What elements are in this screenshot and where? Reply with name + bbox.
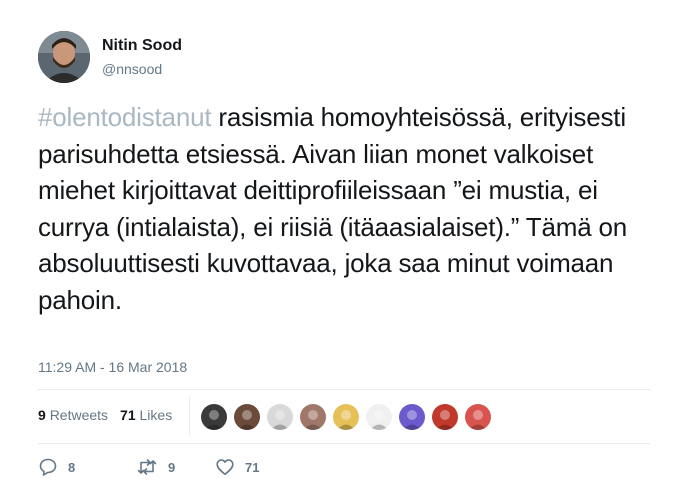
tweet-card: Nitin Sood @nnsood #olentodistanut rasis… — [0, 0, 687, 493]
hashtag-link[interactable]: #olentodistanut — [38, 102, 212, 132]
like-count: 71 — [245, 459, 260, 475]
liker-avatar-5[interactable] — [333, 404, 359, 430]
tweet-stats: 9 Retweets 71 Likes — [38, 407, 172, 423]
liker-avatar-4[interactable] — [300, 404, 326, 430]
heart-icon — [215, 457, 235, 477]
like-button[interactable]: 71 — [215, 456, 259, 478]
liker-avatar-9[interactable] — [465, 404, 491, 430]
likes-label: Likes — [139, 407, 173, 423]
retweet-button[interactable]: 9 — [136, 456, 175, 478]
likes-count: 71 — [120, 407, 136, 423]
author-handle[interactable]: @nnsood — [102, 61, 162, 77]
likes-stat[interactable]: 71 Likes — [120, 407, 172, 423]
author-avatar[interactable] — [38, 31, 90, 83]
reply-count: 8 — [68, 459, 76, 475]
liker-avatar-6[interactable] — [366, 404, 392, 430]
author-name[interactable]: Nitin Sood — [102, 37, 182, 55]
retweets-label: Retweets — [49, 407, 109, 423]
tweet-timestamp[interactable]: 11:29 AM - 16 Mar 2018 — [38, 359, 187, 375]
divider — [38, 389, 650, 390]
tweet-body: rasismia homoyhteisössä, erityisesti par… — [38, 102, 628, 315]
divider — [38, 443, 650, 444]
liker-avatar-7[interactable] — [399, 404, 425, 430]
reply-icon — [38, 457, 58, 477]
reply-button[interactable]: 8 — [38, 456, 75, 478]
liker-avatar-8[interactable] — [432, 404, 458, 430]
retweets-stat[interactable]: 9 Retweets — [38, 407, 108, 423]
tweet-text: #olentodistanut rasismia homoyhteisössä,… — [38, 99, 658, 318]
liker-avatar-2[interactable] — [234, 404, 260, 430]
retweet-icon — [136, 457, 158, 477]
liker-avatar-3[interactable] — [267, 404, 293, 430]
liker-avatar-1[interactable] — [201, 404, 227, 430]
retweet-count: 9 — [168, 459, 176, 475]
stats-separator — [189, 397, 190, 435]
retweets-count: 9 — [38, 407, 46, 423]
